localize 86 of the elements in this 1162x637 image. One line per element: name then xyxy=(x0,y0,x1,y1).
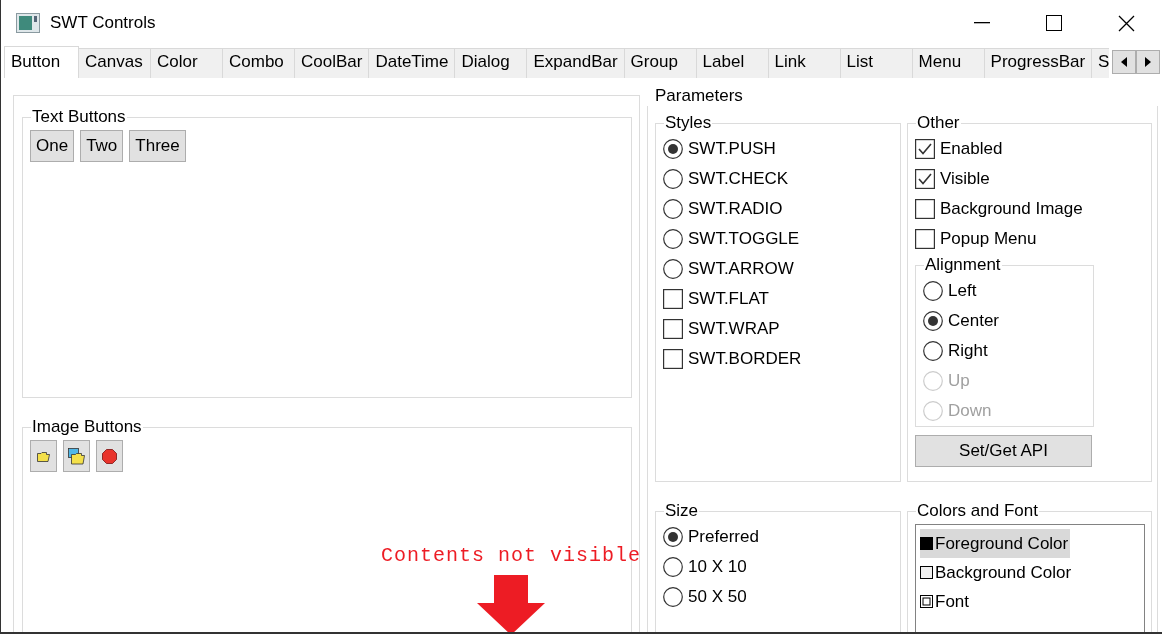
tab[interactable]: Link xyxy=(768,48,841,78)
group-title: Styles xyxy=(664,115,713,132)
minimize-icon xyxy=(974,22,990,24)
push-button[interactable]: Two xyxy=(80,130,124,162)
radio-button[interactable] xyxy=(923,281,943,301)
option-label: SWT.ARROW xyxy=(688,259,794,279)
option-label: SWT.PUSH xyxy=(688,139,776,159)
folder-icon xyxy=(37,450,50,462)
group-title: Alignment xyxy=(924,257,1002,274)
font-icon xyxy=(920,595,933,608)
scroll-right-button[interactable] xyxy=(1136,50,1160,74)
radio-button[interactable] xyxy=(663,587,683,607)
radio-button[interactable] xyxy=(663,169,683,189)
option-label: SWT.WRAP xyxy=(688,319,780,339)
option-label: Visible xyxy=(940,169,990,189)
option-label: Down xyxy=(948,401,992,421)
option-label: SWT.FLAT xyxy=(688,289,769,309)
tab[interactable]: Group xyxy=(624,48,697,78)
left-triangle-icon xyxy=(1121,57,1127,67)
push-button[interactable]: Three xyxy=(129,130,186,162)
radio-button[interactable] xyxy=(663,229,683,249)
list-item[interactable]: Font xyxy=(920,587,972,616)
group-title: Image Buttons xyxy=(31,419,143,436)
right-triangle-icon xyxy=(1145,57,1151,67)
option-label: Center xyxy=(948,311,1000,331)
tab[interactable]: DateTime xyxy=(369,48,456,78)
option-label: Popup Menu xyxy=(940,229,1037,249)
radio-button[interactable] xyxy=(923,311,943,331)
down-arrow-icon xyxy=(477,575,545,632)
tab[interactable]: Label xyxy=(696,48,769,78)
radio-button[interactable] xyxy=(663,259,683,279)
tab[interactable]: Button xyxy=(4,46,79,78)
checkbox[interactable] xyxy=(915,229,935,249)
image-button[interactable] xyxy=(63,440,90,472)
tab[interactable]: ExpandBar xyxy=(527,48,625,78)
option-label: Right xyxy=(948,341,988,361)
tab[interactable]: Dialog xyxy=(455,48,528,78)
group-title: Other xyxy=(916,115,961,132)
radio-button[interactable] xyxy=(663,557,683,577)
option-label: Left xyxy=(948,281,977,301)
tab[interactable]: List xyxy=(840,48,913,78)
option-label: Enabled xyxy=(940,139,1003,159)
checkbox[interactable] xyxy=(663,289,683,309)
maximize-icon xyxy=(1046,15,1062,31)
group-title: Parameters xyxy=(655,86,744,106)
option-label: Preferred xyxy=(688,527,759,547)
checkbox[interactable] xyxy=(915,199,935,219)
radio-button[interactable] xyxy=(663,139,683,159)
group-title: Size xyxy=(664,503,700,520)
tab[interactable]: CoolBar xyxy=(295,48,370,78)
app-icon xyxy=(16,13,40,33)
scroll-left-button[interactable] xyxy=(1112,50,1136,74)
tab[interactable]: ProgressBar xyxy=(984,48,1093,78)
checkbox[interactable] xyxy=(915,139,935,159)
checkbox[interactable] xyxy=(663,349,683,369)
list-item[interactable]: Background Color xyxy=(920,558,1074,587)
radio-button[interactable] xyxy=(663,527,683,547)
tab[interactable]: Combo xyxy=(223,48,295,78)
close-icon xyxy=(1117,14,1135,32)
group-title: Colors and Font xyxy=(916,503,1039,520)
option-label: SWT.TOGGLE xyxy=(688,229,800,249)
group-title: Text Buttons xyxy=(31,109,127,126)
image-button[interactable] xyxy=(30,440,57,472)
radio-button[interactable] xyxy=(663,199,683,219)
list-item[interactable]: Foreground Color xyxy=(920,529,1071,558)
option-label: SWT.CHECK xyxy=(688,169,789,189)
folders-icon xyxy=(68,447,85,465)
annotation-text: Contents not visible xyxy=(381,544,642,567)
option-label: Up xyxy=(948,371,970,391)
image-button[interactable] xyxy=(96,440,123,472)
checkbox[interactable] xyxy=(663,319,683,339)
checkbox[interactable] xyxy=(915,169,935,189)
tab[interactable]: Color xyxy=(151,48,223,78)
tab[interactable]: Canvas xyxy=(79,48,151,78)
option-label: 10 X 10 xyxy=(688,557,747,577)
radio-button[interactable] xyxy=(923,341,943,361)
tab[interactable]: Menu xyxy=(912,48,985,78)
option-label: SWT.RADIO xyxy=(688,199,783,219)
tab[interactable]: S xyxy=(1092,48,1110,78)
option-label: SWT.BORDER xyxy=(688,349,802,369)
option-label: 50 X 50 xyxy=(688,587,747,607)
window-title: SWT Controls xyxy=(50,13,156,33)
stop-icon xyxy=(102,448,117,464)
option-label: Background Image xyxy=(940,199,1083,219)
push-button[interactable]: Set/Get API xyxy=(915,435,1092,467)
push-button[interactable]: One xyxy=(30,130,75,162)
